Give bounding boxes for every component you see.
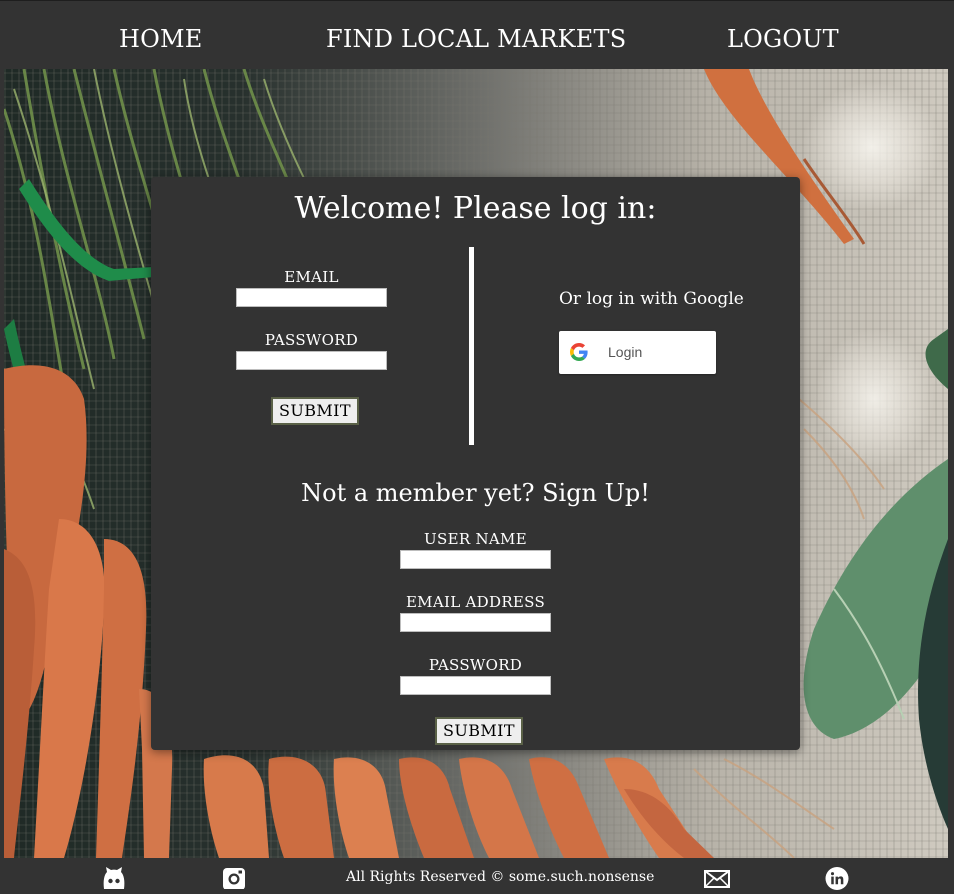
footer: All Rights Reserved © some.such.nonsense (0, 858, 954, 890)
login-password-field[interactable] (236, 351, 387, 370)
instagram-icon[interactable] (222, 867, 246, 893)
github-icon[interactable] (101, 867, 127, 893)
auth-card: Welcome! Please log in: EMAIL PASSWORD S… (151, 177, 800, 750)
nav-home-link[interactable]: HOME (119, 25, 203, 53)
login-submit-button[interactable]: SUBMIT (271, 397, 359, 425)
login-password-label: PASSWORD (264, 331, 359, 349)
login-email-label: EMAIL (284, 268, 339, 286)
google-login-prompt: Or log in with Google (559, 289, 744, 309)
login-email-field[interactable] (236, 288, 387, 307)
mail-icon[interactable] (704, 870, 730, 892)
signup-password-field[interactable] (400, 676, 551, 695)
google-login-label: Login (608, 344, 643, 360)
signup-username-field[interactable] (400, 550, 551, 569)
login-title: Welcome! Please log in: (294, 191, 657, 226)
top-nav: HOME FIND LOCAL MARKETS LOGOUT (0, 0, 954, 69)
nav-logout-link[interactable]: LOGOUT (727, 25, 839, 53)
signup-submit-button[interactable]: SUBMIT (435, 717, 523, 745)
signup-email-field[interactable] (400, 613, 551, 632)
signup-username-label: USER NAME (424, 530, 527, 548)
nav-find-markets-link[interactable]: FIND LOCAL MARKETS (326, 25, 626, 53)
signup-email-label: EMAIL ADDRESS (405, 593, 546, 611)
google-logo-icon (570, 343, 588, 365)
signup-password-label: PASSWORD (428, 656, 523, 674)
login-divider (469, 247, 474, 445)
copyright-text: All Rights Reserved © some.such.nonsense (346, 869, 655, 885)
google-login-button[interactable]: Login (559, 331, 716, 374)
signup-title: Not a member yet? Sign Up! (301, 479, 650, 507)
